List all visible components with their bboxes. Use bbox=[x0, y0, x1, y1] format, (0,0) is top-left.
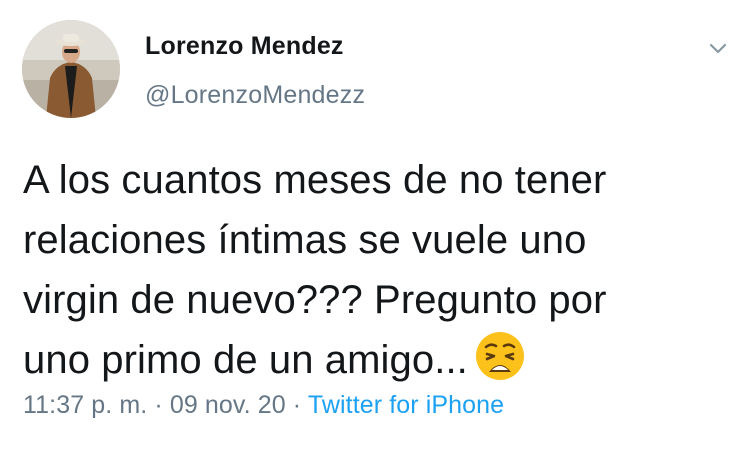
weary-face-emoji-icon bbox=[474, 330, 526, 382]
tweet-text: A los cuantos meses de no tener relacion… bbox=[23, 150, 738, 390]
tweet-line-3: virgin de nuevo??? Pregunto por bbox=[23, 278, 607, 322]
tweet-line-1: A los cuantos meses de no tener bbox=[23, 158, 607, 202]
meta-separator: · bbox=[147, 391, 170, 419]
tweet-time[interactable]: 11:37 p. m. bbox=[23, 391, 147, 419]
user-handle[interactable]: @LorenzoMendezz bbox=[145, 81, 365, 110]
tweet-line-2: relaciones íntimas se vuele uno bbox=[23, 218, 587, 262]
avatar[interactable] bbox=[22, 20, 120, 118]
tweet-meta: 11:37 p. m. · 09 nov. 20 · Twitter for i… bbox=[23, 391, 504, 420]
tweet-line-4: uno primo de un amigo... bbox=[23, 338, 468, 382]
chevron-down-icon[interactable] bbox=[708, 38, 728, 58]
meta-separator: · bbox=[285, 391, 308, 419]
tweet-card: Lorenzo Mendez @LorenzoMendezz A los cua… bbox=[0, 0, 750, 450]
tweet-source-link[interactable]: Twitter for iPhone bbox=[308, 391, 504, 419]
tweet-date[interactable]: 09 nov. 20 bbox=[170, 391, 286, 419]
display-name[interactable]: Lorenzo Mendez bbox=[145, 32, 344, 61]
